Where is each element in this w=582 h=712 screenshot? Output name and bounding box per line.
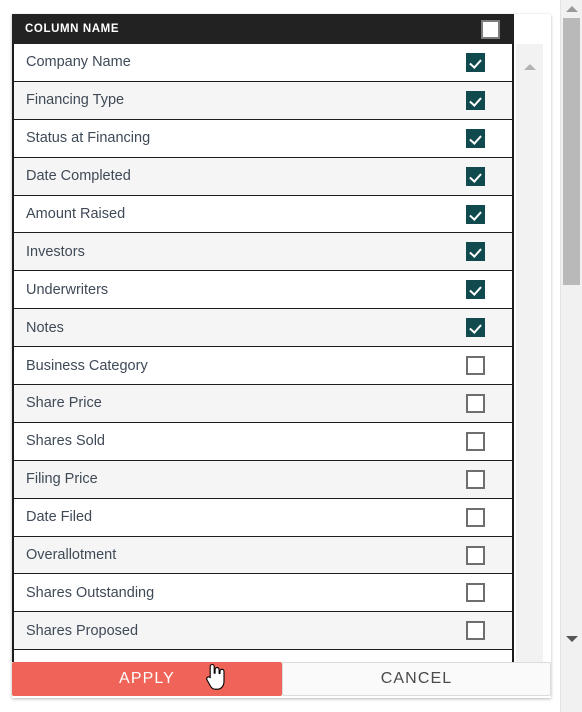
column-checkbox-checked[interactable] bbox=[466, 128, 485, 148]
select-all-checkbox[interactable] bbox=[481, 19, 500, 39]
column-list-item-label: Date Filed bbox=[26, 509, 93, 526]
column-list-item[interactable]: Amount Raised bbox=[14, 195, 512, 234]
page-scrollbar[interactable] bbox=[560, 0, 582, 712]
column-list-item[interactable]: Filing Price bbox=[14, 460, 512, 499]
column-checkbox-checked[interactable] bbox=[466, 90, 485, 110]
triangle-up-icon bbox=[565, 6, 578, 12]
page-scroll-up-button[interactable] bbox=[561, 0, 582, 18]
list-scroll-up-button[interactable] bbox=[516, 60, 543, 74]
column-list-item[interactable]: Date Completed bbox=[14, 157, 512, 196]
list-scrollbar[interactable] bbox=[516, 44, 543, 662]
column-list-item[interactable]: Date Filed bbox=[14, 498, 512, 537]
column-list-item[interactable]: Share Price bbox=[14, 385, 512, 423]
column-checkbox-unchecked[interactable] bbox=[466, 583, 485, 603]
column-list-item[interactable]: Shares Proposed bbox=[14, 612, 512, 651]
column-checkbox-unchecked[interactable] bbox=[466, 469, 485, 489]
column-list-item-label: Company Name bbox=[26, 54, 131, 71]
column-list-item[interactable]: Financing Type bbox=[14, 81, 512, 120]
column-list-item-label: Underwriters bbox=[26, 281, 109, 298]
column-list-item-label: Financing Type bbox=[26, 92, 125, 109]
dialog-footer: APPLY CANCEL bbox=[12, 662, 551, 698]
column-list-item[interactable]: Status at Financing bbox=[14, 119, 512, 158]
column-list-item-label: Shares Proposed bbox=[26, 622, 139, 639]
column-list-item-label: Business Category bbox=[26, 357, 148, 374]
column-list-item[interactable]: Investors bbox=[14, 233, 512, 272]
apply-button[interactable]: APPLY bbox=[12, 662, 282, 696]
column-list-item-label: Overallotment bbox=[26, 547, 117, 564]
triangle-down-icon bbox=[565, 636, 578, 642]
column-list-item-label: Shares Outstanding bbox=[26, 584, 155, 601]
column-list-header: COLUMN NAME bbox=[12, 14, 514, 44]
column-list-viewport[interactable]: Company Name Financing Type Status at Fina… bbox=[12, 44, 514, 662]
column-checkbox-unchecked[interactable] bbox=[466, 393, 485, 413]
column-checkbox-checked[interactable] bbox=[466, 318, 485, 338]
column-list-item[interactable]: Notes bbox=[14, 309, 512, 348]
column-list: Company Name Financing Type Status at Fina… bbox=[14, 44, 512, 651]
column-list-item-label: Filing Price bbox=[26, 471, 98, 488]
column-checkbox-checked[interactable] bbox=[466, 242, 485, 262]
column-list-item[interactable]: Business Category bbox=[14, 347, 512, 386]
triangle-up-icon bbox=[523, 64, 536, 70]
column-list-item[interactable]: Shares Sold bbox=[14, 422, 512, 461]
column-list-item-label: Investors bbox=[26, 243, 85, 260]
column-list-item-label: Notes bbox=[26, 319, 64, 336]
column-chooser-dialog: COLUMN NAME Company Name Financing Type St… bbox=[0, 0, 582, 712]
column-list-item[interactable]: Overallotment bbox=[14, 536, 512, 575]
cancel-button[interactable]: CANCEL bbox=[282, 662, 551, 696]
dialog-panel: COLUMN NAME Company Name Financing Type St… bbox=[12, 14, 551, 698]
column-checkbox-unchecked[interactable] bbox=[466, 507, 485, 527]
column-checkbox-checked[interactable] bbox=[466, 52, 485, 72]
page-scrollbar-thumb[interactable] bbox=[563, 18, 580, 285]
column-list-item-label: Shares Sold bbox=[26, 433, 105, 450]
column-list-item[interactable]: Shares Outstanding bbox=[14, 574, 512, 613]
column-name-header-label: COLUMN NAME bbox=[25, 23, 120, 35]
column-list-item-label: Status at Financing bbox=[26, 130, 151, 147]
column-checkbox-checked[interactable] bbox=[466, 166, 485, 186]
column-checkbox-unchecked[interactable] bbox=[466, 621, 485, 641]
column-list-item-label: Date Completed bbox=[26, 168, 131, 185]
column-checkbox-unchecked[interactable] bbox=[466, 545, 485, 565]
column-checkbox-unchecked[interactable] bbox=[466, 356, 485, 376]
column-checkbox-unchecked[interactable] bbox=[466, 431, 485, 451]
column-list-item-label: Amount Raised bbox=[26, 206, 126, 222]
column-checkbox-checked[interactable] bbox=[466, 204, 485, 224]
page-scroll-down-button[interactable] bbox=[561, 630, 582, 648]
column-list-item-label: Share Price bbox=[26, 395, 102, 412]
column-list-item[interactable]: Underwriters bbox=[14, 271, 512, 310]
column-checkbox-checked[interactable] bbox=[466, 280, 485, 300]
column-list-item[interactable]: Company Name bbox=[14, 44, 512, 82]
